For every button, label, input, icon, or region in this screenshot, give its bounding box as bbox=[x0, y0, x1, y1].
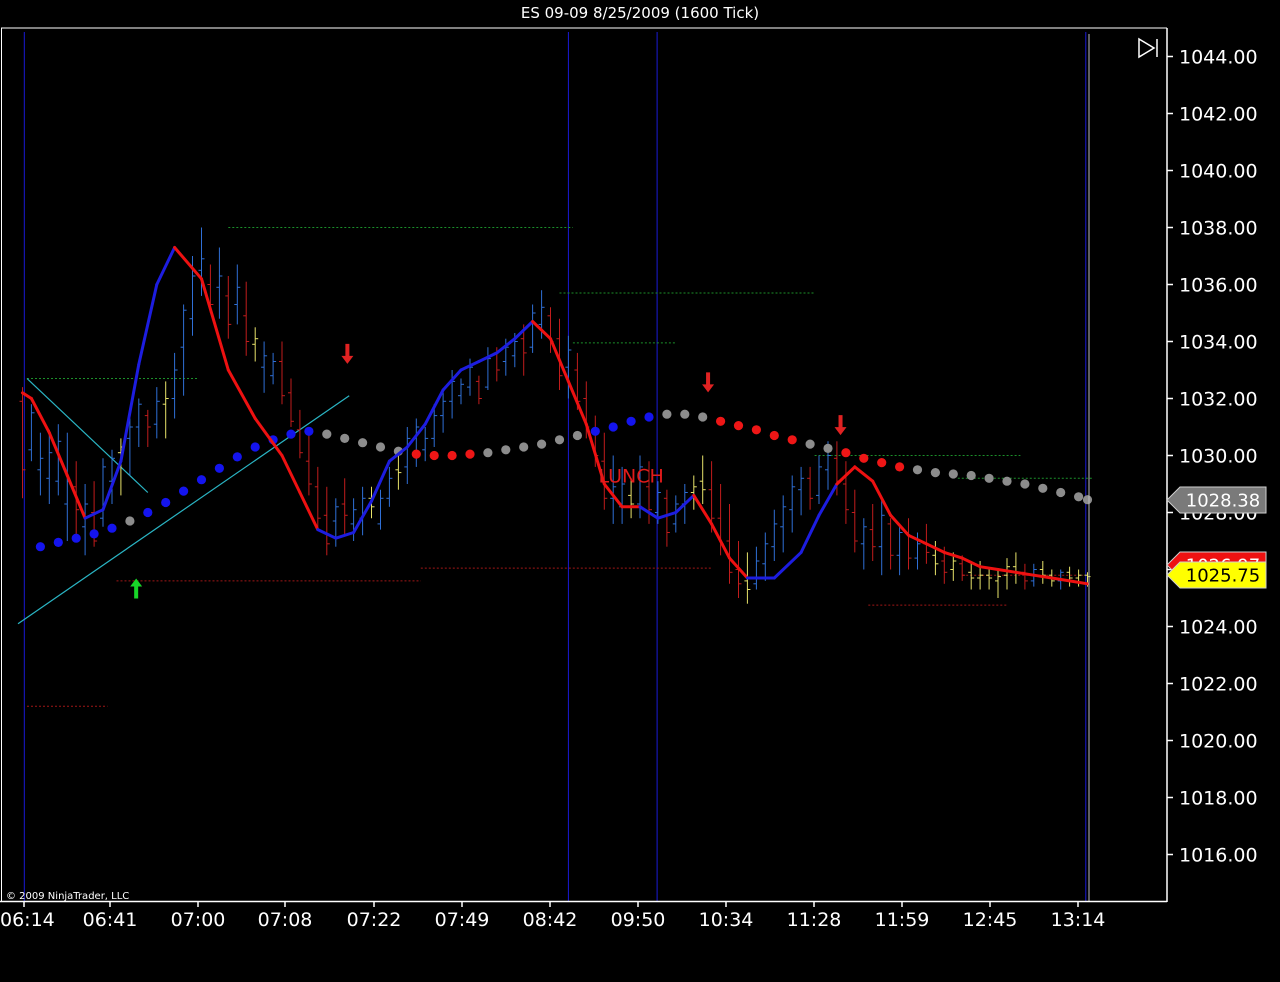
slow-ma-dot bbox=[751, 425, 762, 435]
slow-ma-dot bbox=[250, 442, 260, 452]
slow-ma-dot bbox=[1082, 495, 1093, 505]
slow-ma-dot bbox=[859, 453, 869, 463]
slow-ma-dot bbox=[698, 412, 708, 422]
slow-ma-dot bbox=[590, 426, 600, 436]
time-tick-label: 09:50 bbox=[611, 909, 666, 931]
price-tag: 1028.38 bbox=[1166, 486, 1267, 514]
slow-ma-dot bbox=[787, 435, 797, 445]
slow-ma-dot bbox=[805, 439, 815, 449]
time-tick-label: 06:14 bbox=[0, 909, 55, 931]
price-tick-label: 1016.00 bbox=[1179, 845, 1258, 867]
slow-ma-dot bbox=[53, 537, 63, 548]
price-chart[interactable]: LUNCH © 2009 NinjaTrader, LLC 1044.00104… bbox=[0, 26, 1280, 982]
slow-ma-dot bbox=[823, 443, 833, 453]
slow-ma-dot bbox=[608, 422, 618, 432]
price-tick-label: 1038.00 bbox=[1179, 218, 1258, 240]
price-axis-ticks: 1044.00 1042.00 1040.00 1038.00 1036.00 1034.… bbox=[1167, 47, 1258, 867]
slow-ma-dot bbox=[358, 438, 368, 448]
slow-ma-dot bbox=[877, 458, 887, 468]
slow-ma-dot bbox=[71, 533, 81, 543]
slow-ma-dot bbox=[483, 448, 493, 458]
slow-ma-dot bbox=[340, 433, 350, 443]
price-tick-label: 1042.00 bbox=[1179, 104, 1258, 126]
time-tick-label: 07:08 bbox=[258, 909, 313, 931]
slow-ma-dot bbox=[196, 475, 207, 485]
price-tick-label: 1040.00 bbox=[1179, 161, 1258, 183]
slow-ma-dot bbox=[948, 469, 958, 479]
slow-ma-dot bbox=[322, 429, 332, 439]
price-tick-label: 1020.00 bbox=[1179, 731, 1258, 753]
slow-ma-dot bbox=[572, 430, 583, 441]
slow-ma-dot bbox=[35, 542, 46, 552]
price-tick-label: 1018.00 bbox=[1179, 788, 1258, 810]
slow-ma-dot bbox=[841, 448, 851, 458]
price-tick-label: 1030.00 bbox=[1179, 446, 1258, 468]
lunch-annotation: LUNCH bbox=[598, 466, 663, 488]
time-tick-label: 12:45 bbox=[963, 909, 1018, 931]
slow-ma-dot bbox=[537, 439, 547, 449]
price-tick-label: 1034.00 bbox=[1179, 332, 1258, 354]
slow-ma-dot bbox=[1002, 476, 1012, 486]
price-tick-label: 1032.00 bbox=[1179, 389, 1258, 411]
slow-ma-dot bbox=[912, 465, 923, 475]
slow-ma-dot bbox=[662, 409, 672, 419]
chart-title: ES 09-09 8/25/2009 (1600 Tick) bbox=[520, 4, 760, 22]
slow-ma-dot bbox=[286, 429, 296, 439]
slow-ma-dot bbox=[733, 421, 744, 431]
slow-ma-dot bbox=[447, 450, 457, 461]
slow-ma-dot bbox=[179, 486, 189, 496]
time-tick-label: 10:34 bbox=[699, 909, 754, 931]
slow-ma-dot bbox=[626, 416, 636, 426]
slow-ma-dot bbox=[895, 462, 905, 472]
time-tick-label: 07:22 bbox=[347, 909, 402, 931]
slow-ma-dot bbox=[966, 470, 976, 481]
price-tick-label: 1036.00 bbox=[1179, 275, 1258, 297]
slow-ma-dot bbox=[554, 435, 565, 445]
slow-ma-dot bbox=[519, 442, 529, 452]
time-tick-label: 11:28 bbox=[787, 909, 842, 931]
slow-ma-dot bbox=[214, 463, 224, 473]
price-tag: 1025.75 bbox=[1166, 561, 1267, 589]
slow-ma-dot bbox=[304, 426, 314, 436]
slow-ma-dot bbox=[1020, 479, 1030, 489]
slow-ma-dot bbox=[984, 473, 994, 483]
slow-ma-dot bbox=[1038, 483, 1048, 493]
time-tick-label: 07:49 bbox=[435, 909, 490, 931]
slow-ma-dot bbox=[716, 416, 726, 426]
price-tick-label: 1044.00 bbox=[1179, 47, 1258, 69]
price-tag-label: 1025.75 bbox=[1186, 566, 1260, 587]
time-tick-label: 08:42 bbox=[523, 909, 578, 931]
slow-ma-dot bbox=[161, 497, 171, 508]
price-tick-label: 1022.00 bbox=[1179, 674, 1258, 696]
slow-ma-dot bbox=[1056, 487, 1066, 498]
time-tick-label: 06:41 bbox=[83, 909, 138, 931]
slow-ma-dot bbox=[232, 452, 242, 462]
slow-ma-dot bbox=[930, 468, 941, 478]
slow-ma-dot bbox=[411, 449, 421, 459]
slow-ma-dot bbox=[465, 449, 475, 459]
price-tick-label: 1024.00 bbox=[1179, 617, 1258, 639]
slow-ma-dot bbox=[143, 507, 153, 518]
time-tick-label: 07:00 bbox=[171, 909, 226, 931]
slow-ma-dot bbox=[769, 430, 779, 441]
time-tick-label: 11:59 bbox=[875, 909, 930, 931]
time-tick-label: 13:14 bbox=[1051, 909, 1106, 931]
slow-ma-dot bbox=[375, 442, 386, 452]
slow-ma-dot bbox=[89, 529, 99, 539]
slow-ma-dot bbox=[501, 445, 511, 455]
price-tag-label: 1028.38 bbox=[1186, 491, 1260, 512]
slow-ma-dot bbox=[680, 409, 690, 419]
slow-ma-dot bbox=[125, 516, 135, 526]
copyright-notice: © 2009 NinjaTrader, LLC bbox=[6, 891, 129, 902]
slow-ma-dot bbox=[429, 450, 439, 461]
slow-ma-dot bbox=[644, 412, 654, 422]
slow-ma-dot bbox=[1074, 492, 1084, 502]
slow-ma-dot bbox=[107, 523, 117, 533]
